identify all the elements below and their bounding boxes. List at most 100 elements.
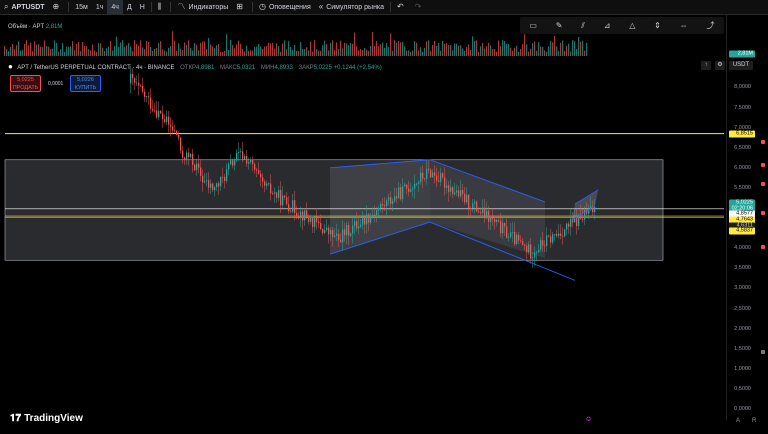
candle-body xyxy=(174,130,176,132)
candle-body xyxy=(500,220,502,234)
volume-bar xyxy=(28,45,30,56)
candle-body xyxy=(464,193,466,203)
sell-button[interactable]: 5,0225 ПРОДАТЬ xyxy=(10,75,41,92)
volume-bar xyxy=(86,46,88,56)
volume-bar xyxy=(156,48,158,56)
candle-body xyxy=(240,151,242,153)
side-marker[interactable] xyxy=(761,350,765,354)
volume-bar xyxy=(316,49,318,56)
volume-bar xyxy=(264,46,266,56)
alerts-button[interactable]: ◷ Оповещения xyxy=(255,0,315,14)
redo-button[interactable]: ↷ xyxy=(411,0,429,14)
undo-button[interactable]: ↶ xyxy=(393,0,411,14)
candle-body xyxy=(160,110,162,114)
price-range-icon[interactable]: ⇕ xyxy=(654,21,661,30)
price-tick-label: 6,0000 xyxy=(734,164,751,171)
volume-bar xyxy=(280,51,282,56)
legend-change: +0,1244 (+2,54%) xyxy=(333,65,382,71)
simulator-button[interactable]: « Симулятор рынка xyxy=(315,0,388,14)
volume-bar xyxy=(54,40,56,56)
price-tick-label: 5,5000 xyxy=(734,184,751,191)
volume-bar xyxy=(92,44,94,56)
rectangle-tool-icon[interactable]: ▭ xyxy=(529,21,537,30)
parallel-channel-icon[interactable]: ⫽ xyxy=(581,21,585,31)
side-marker[interactable] xyxy=(761,163,765,167)
volume-bar xyxy=(366,49,368,56)
templates-button[interactable]: ⊞ xyxy=(232,0,250,14)
price-axis[interactable]: USDT ↑ ⚙ 8,0000 7,5000 7,0000 6,5000 6,0000 5… xyxy=(701,15,768,420)
volume-bar xyxy=(350,42,352,56)
candle-body xyxy=(570,218,572,227)
legend-high: 5,0321 xyxy=(236,65,256,71)
candle-body xyxy=(298,215,300,218)
separator xyxy=(390,2,392,12)
forecast-icon[interactable]: ⤴ xyxy=(707,20,715,31)
settings-icon[interactable]: ⚙ xyxy=(715,61,725,70)
candle-body xyxy=(224,176,226,181)
volume-bar xyxy=(296,50,298,56)
candle-body xyxy=(518,234,520,241)
candle-body xyxy=(336,233,338,236)
side-marker[interactable] xyxy=(761,182,765,186)
arrow-up-icon[interactable]: ↑ xyxy=(701,61,711,70)
symbol-search[interactable]: ⌕ APTUSDT xyxy=(0,0,49,14)
volume-bar xyxy=(72,41,74,56)
volume-bar xyxy=(166,51,168,56)
candle-body xyxy=(136,82,138,84)
candle-body xyxy=(250,159,252,163)
volume-bar xyxy=(112,50,114,56)
interval-4h[interactable]: 4ч xyxy=(107,0,123,14)
candle-body xyxy=(564,229,566,237)
candle-body xyxy=(396,196,398,199)
currency-selector[interactable]: USDT xyxy=(729,61,753,70)
candle-body xyxy=(506,226,508,238)
legend-open-label: ОТКР xyxy=(180,65,196,71)
candle-body xyxy=(166,116,168,123)
volume-bar xyxy=(196,44,198,56)
log-scale-button[interactable]: R xyxy=(752,418,756,424)
volume-bar xyxy=(534,41,536,56)
side-marker[interactable] xyxy=(761,211,765,215)
volume-bar xyxy=(18,41,20,56)
volume-bar xyxy=(304,49,306,56)
candles-icon: ⫼ xyxy=(157,2,162,11)
candle-body xyxy=(516,234,518,245)
candle-body xyxy=(478,211,480,213)
grid-icon: ⊞ xyxy=(236,2,243,11)
side-marker[interactable] xyxy=(761,140,765,144)
candle-body xyxy=(268,183,270,185)
spread-value: 0,0001 xyxy=(48,81,64,87)
indicators-button[interactable]: 〽 Индикаторы xyxy=(173,0,232,14)
candle-body xyxy=(520,240,522,242)
volume-bar xyxy=(78,42,80,56)
legend-low-label: МИН xyxy=(260,65,275,71)
candle-body xyxy=(310,217,312,222)
candle-body xyxy=(294,200,296,213)
volume-bar xyxy=(82,42,84,56)
volume-bar xyxy=(576,48,578,56)
price-chart[interactable] xyxy=(0,15,724,420)
compare-button[interactable]: ⊕ xyxy=(49,0,67,14)
interval-day[interactable]: Д xyxy=(123,0,136,14)
candle-body xyxy=(204,181,206,183)
interval-1h[interactable]: 1ч xyxy=(92,0,108,14)
flat-top-channel-icon[interactable]: ⊿ xyxy=(604,21,611,30)
auto-scale-button[interactable]: A xyxy=(736,418,740,424)
buy-button[interactable]: 5,0226 КУПИТЬ xyxy=(70,75,101,92)
volume-bar xyxy=(510,47,512,56)
side-marker[interactable] xyxy=(761,245,765,249)
volume-bar xyxy=(220,51,222,56)
chart-type-button[interactable]: ⫼ xyxy=(154,0,169,14)
triangle-pattern-icon[interactable]: △ xyxy=(629,21,635,30)
candle-body xyxy=(322,228,324,234)
volume-bar xyxy=(132,51,134,56)
date-range-icon[interactable]: ⇔ xyxy=(680,21,688,30)
volume-bar xyxy=(168,47,170,56)
candle-body xyxy=(488,210,490,222)
interval-15m[interactable]: 15м xyxy=(71,0,92,14)
volume-bar xyxy=(84,46,86,56)
interval-week[interactable]: Н xyxy=(136,0,149,14)
volume-bar xyxy=(284,40,286,56)
brush-tool-icon[interactable]: ✎ xyxy=(556,21,563,30)
undo-icon: ↶ xyxy=(397,2,404,11)
